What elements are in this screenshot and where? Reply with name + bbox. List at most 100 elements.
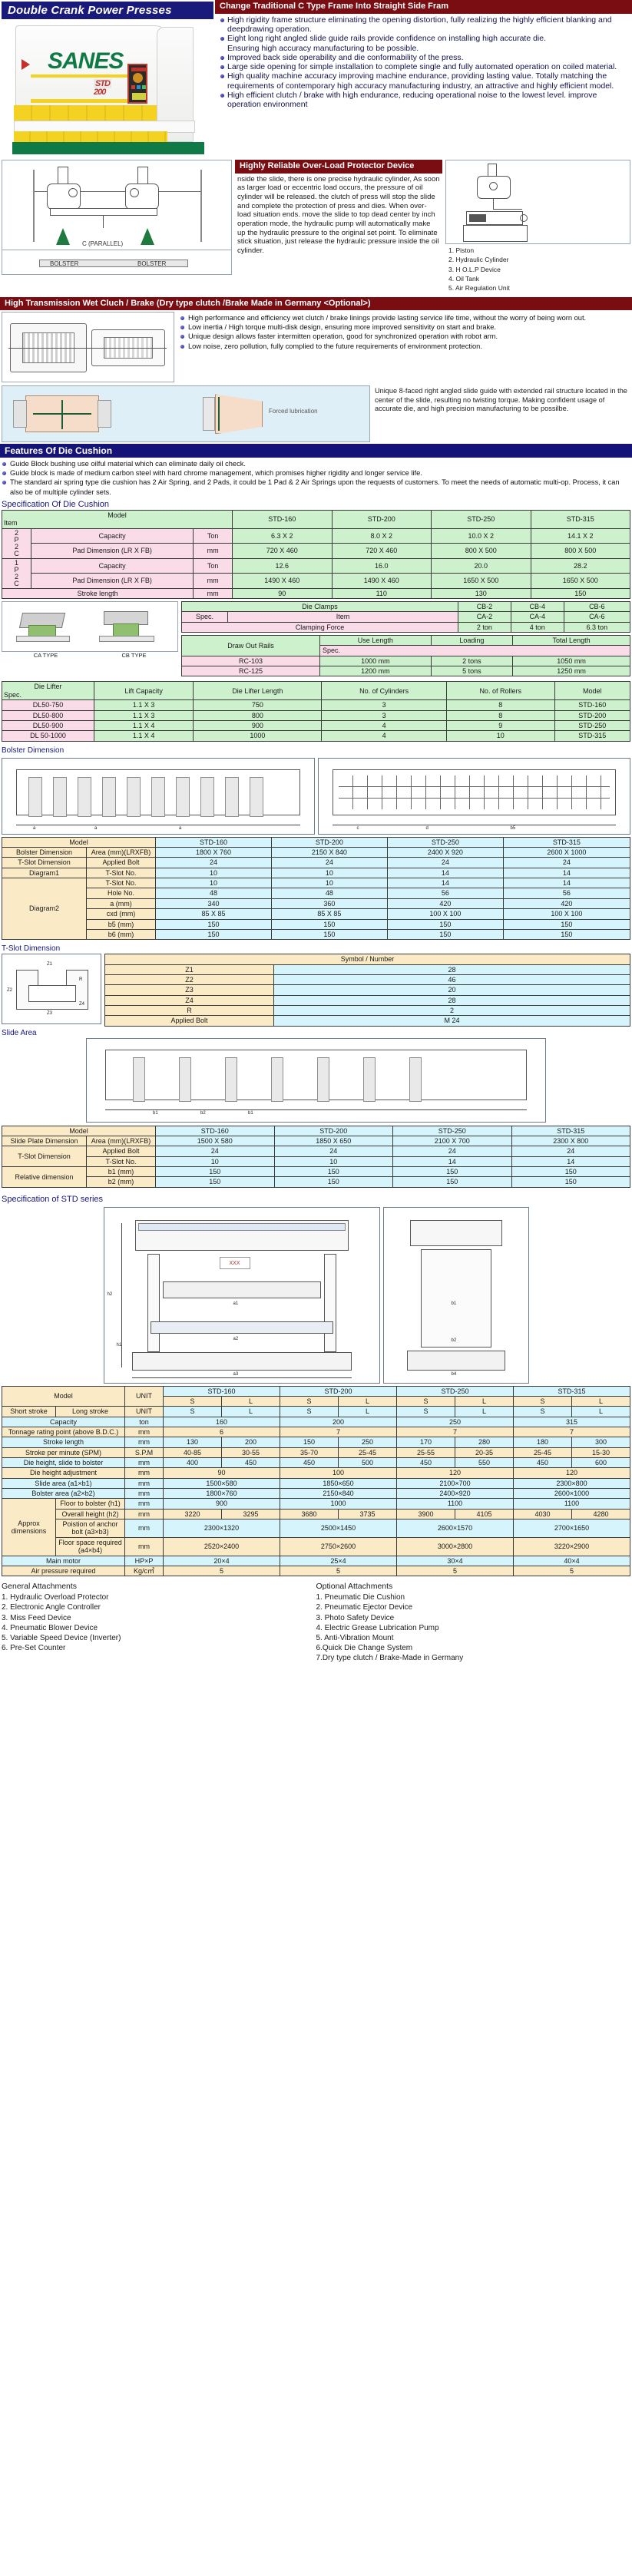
list-item: 4. Pneumatic Blower Device bbox=[2, 1623, 98, 1632]
cell: 24 bbox=[511, 1146, 630, 1157]
attachments-section: General Attachments 1. Hydraulic Overloa… bbox=[0, 1579, 632, 1671]
cell: STD-200 bbox=[554, 709, 631, 722]
row-unit: mm bbox=[124, 1488, 164, 1500]
cell: 450 bbox=[396, 1457, 455, 1469]
bolster-diagrams: a a a c d b5 bbox=[0, 756, 632, 837]
list-item: High quality machine accuracy improving … bbox=[220, 71, 629, 91]
col-header-model: STD-250 bbox=[386, 836, 504, 848]
cell: 150 bbox=[155, 918, 272, 930]
row-label: T-Slot No. bbox=[86, 1156, 156, 1167]
cell: 1850×650 bbox=[280, 1477, 397, 1490]
table-row: Z3 20 bbox=[104, 984, 630, 996]
slide-area-diagram: b1 b2 b1 bbox=[86, 1037, 546, 1123]
die-clamp-figures: CA TYPE CB TYPE bbox=[2, 600, 178, 676]
row-label: Bolster area (a2×b2) bbox=[2, 1488, 125, 1500]
stroke-code: L bbox=[338, 1406, 397, 1417]
table-row: DL 50-1000 1.1 X 4 1000 4 10 STD-315 bbox=[2, 730, 631, 742]
list-item: 2. Pneumatic Ejector Device bbox=[316, 1603, 413, 1612]
wetclutch-figure bbox=[2, 312, 174, 383]
die-clamps-title: Die Clamps bbox=[180, 600, 459, 613]
cell: 85 X 85 bbox=[270, 908, 388, 920]
cell: 200 bbox=[280, 1416, 397, 1428]
list-item: 6.Quick Die Change System bbox=[316, 1644, 413, 1653]
cell: 14 bbox=[386, 878, 504, 889]
table-row: DL50-800 1.1 X 3 800 3 8 STD-200 bbox=[2, 709, 631, 722]
cell: CA-2 bbox=[458, 611, 511, 623]
cell: 28.2 bbox=[530, 557, 630, 574]
row-label: Die height, slide to bolster bbox=[2, 1457, 125, 1469]
cell: 420 bbox=[386, 898, 504, 910]
tslot-diagram: Z1 Z2 Z3 Z4 R bbox=[2, 954, 101, 1025]
cell: 2400×920 bbox=[396, 1488, 514, 1500]
slide-guide-text-column: Unique 8-faced right angled slide guide … bbox=[372, 385, 630, 415]
col-header-model: STD-200 bbox=[280, 1385, 397, 1397]
bolster-diagram-1: a a a bbox=[2, 757, 315, 835]
row-label: DL50-900 bbox=[2, 720, 94, 732]
cell: 800 bbox=[193, 709, 323, 722]
list-item: 6. Pre-Set Counter bbox=[2, 1644, 66, 1653]
std-series-spec-table: Model UNIT STD-160 STD-200 STD-250 STD-3… bbox=[2, 1385, 630, 1577]
cell: 450 bbox=[513, 1457, 572, 1469]
press-machine-photo: SANES STD 200 bbox=[2, 19, 213, 156]
cell: 4 bbox=[321, 720, 447, 732]
table-row: Floor space required (a4×b4) mm 2520×240… bbox=[2, 1536, 630, 1556]
cell: 5 bbox=[396, 1565, 514, 1577]
table-row: b6 (mm) 150 150 150 150 bbox=[2, 928, 631, 941]
table-row: b5 (mm) 150 150 150 150 bbox=[2, 918, 631, 930]
cell: 110 bbox=[331, 587, 432, 599]
table-row: Stroke per minute (SPM) S.P.M 40-85 30-5… bbox=[2, 1447, 630, 1459]
table-row: Pad Dimension (LR X FB) mm 720 X 460 720… bbox=[2, 543, 630, 559]
row-group: T-Slot Dimension bbox=[2, 1146, 87, 1167]
row-unit: ton bbox=[124, 1416, 164, 1428]
row-label: RC-125 bbox=[181, 666, 320, 677]
cell: 24 bbox=[392, 1146, 512, 1157]
row-unit: mm bbox=[124, 1477, 164, 1490]
cell: 56 bbox=[386, 888, 504, 899]
col-header-model: STD-200 bbox=[270, 836, 388, 848]
cell: 5 tons bbox=[430, 666, 514, 677]
list-item: 7.Dry type clutch / Brake-Made in German… bbox=[316, 1654, 464, 1663]
row-label: Area (mm)(LRXFB) bbox=[86, 847, 156, 858]
brand-arrow-icon bbox=[22, 59, 30, 70]
model-header: Model bbox=[2, 1385, 125, 1407]
cell: 150 bbox=[270, 918, 388, 930]
row-label: Area (mm)(LRXFB) bbox=[86, 1135, 156, 1147]
cell: 2600×1000 bbox=[513, 1488, 630, 1500]
cell: 6.3 ton bbox=[563, 621, 631, 633]
stroke-code: S bbox=[396, 1395, 455, 1407]
list-item: Eight long right angled slide guide rail… bbox=[220, 34, 629, 43]
table-row: RC-103 1000 mm 2 tons 1050 mm bbox=[181, 655, 630, 667]
item-header: Item bbox=[4, 519, 18, 527]
approx-dimensions-label: Approx dimensions bbox=[2, 1498, 56, 1556]
cell: 2700×1650 bbox=[513, 1519, 630, 1538]
list-item-sub: Ensuring high accuracy manufacturing to … bbox=[227, 43, 419, 53]
cell: 200 bbox=[221, 1437, 280, 1448]
brand-logo: SANES bbox=[48, 48, 124, 74]
cell: 48 bbox=[270, 888, 388, 899]
figure-label-bolster-2: BOLSTER bbox=[137, 260, 167, 267]
optional-attachments-title: Optional Attachments bbox=[316, 1582, 393, 1592]
cell: 2 ton bbox=[458, 621, 511, 633]
cell: 6 bbox=[163, 1427, 280, 1438]
cell: 10 bbox=[155, 1156, 275, 1167]
cell: 2100×700 bbox=[396, 1477, 514, 1490]
group-label-line: C bbox=[14, 549, 19, 557]
cell: 120 bbox=[513, 1467, 630, 1479]
cell: 450 bbox=[221, 1457, 280, 1469]
cell: 150 bbox=[155, 1176, 275, 1188]
row-group: Slide Plate Dimension bbox=[2, 1135, 87, 1147]
diagram-label-b2: b2 bbox=[200, 1110, 206, 1116]
overload-title: Highly Reliable Over-Load Protector Devi… bbox=[235, 160, 442, 174]
list-item: 3. Miss Feed Device bbox=[2, 1613, 71, 1622]
row-label: b2 (mm) bbox=[86, 1176, 156, 1188]
list-item: 2. Electronic Angle Controller bbox=[2, 1603, 101, 1612]
cell: 150 bbox=[386, 918, 504, 930]
cell: CA-4 bbox=[510, 611, 564, 623]
list-item: 5. Anti-Vibration Mount bbox=[316, 1633, 394, 1642]
cell: 420 bbox=[502, 898, 631, 910]
cell: 720 X 460 bbox=[232, 543, 333, 559]
cell: 40×4 bbox=[513, 1555, 630, 1566]
cell: 150 bbox=[502, 928, 631, 941]
cell: 3220×2900 bbox=[513, 1536, 630, 1556]
stroke-code: L bbox=[338, 1395, 397, 1407]
